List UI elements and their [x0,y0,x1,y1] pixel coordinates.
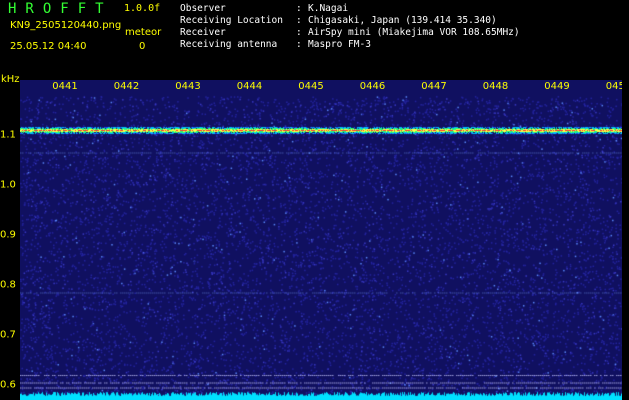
info-value: AirSpy mini (Miakejima VOR 108.65MHz) [308,27,520,38]
time-tick-label: 0445 [298,81,324,92]
time-tick-label: 0446 [359,81,386,92]
time-tick-label: 0449 [544,81,570,92]
time-tick-label: 0447 [421,81,447,92]
y-tick-label: 1.1 [0,129,16,141]
spectrogram-canvas [20,80,622,400]
info-value: K.Nagai [308,3,349,14]
info-row-receiver: Receiver: AirSpy mini (Miakejima VOR 108.… [180,27,520,38]
y-tick-label: 0.6 [0,379,16,391]
timestamp: 25.05.12 04:40 [10,41,87,52]
info-value: Maspro FM-3 [308,39,371,50]
time-axis-labels: 0441 0442 0443 0444 0445 0446 0447 0448 0449 0450 [20,80,622,96]
y-tick-label: 0.9 [0,229,16,241]
info-key: Receiving Location [180,15,283,26]
header-panel: HROFFT 1.0.0f KN9_2505120440.png meteor … [0,0,629,75]
time-tick-label: 0444 [236,81,263,92]
info-value: Chigasaki, Japan (139.414 35.340) [308,15,497,26]
time-tick-label: 0450 [605,81,622,92]
meteor-count: 0 [139,41,146,52]
time-tick-label: 0448 [482,81,509,92]
app-version: 1.0.0f [124,3,161,14]
time-tick-label: 0441 [52,81,78,92]
info-row-location: Receiving Location: Chigasaki, Japan (139… [180,15,497,26]
y-tick-label: 0.8 [0,279,16,291]
info-row-observer: Observer: K.Nagai [180,3,349,14]
app-title: HROFFT [8,1,113,17]
spectrogram-plot: 0441 0442 0443 0444 0445 0446 0447 0448 0449 0450 [20,80,622,400]
info-key: Receiving antenna [180,39,278,50]
info-key: Receiver [180,27,226,38]
info-key: Observer [180,3,226,14]
time-tick-label: 0442 [113,81,140,92]
time-tick-label: 0443 [175,81,201,92]
file-name: KN9_2505120440.png [10,20,122,31]
info-row-antenna: Receiving antenna: Maspro FM-3 [180,39,371,50]
y-tick-label: 1.0 [0,179,16,191]
y-tick-label: 0.7 [0,329,16,341]
meteor-label: meteor [125,27,162,38]
y-axis-unit-label: kHz [1,74,20,85]
